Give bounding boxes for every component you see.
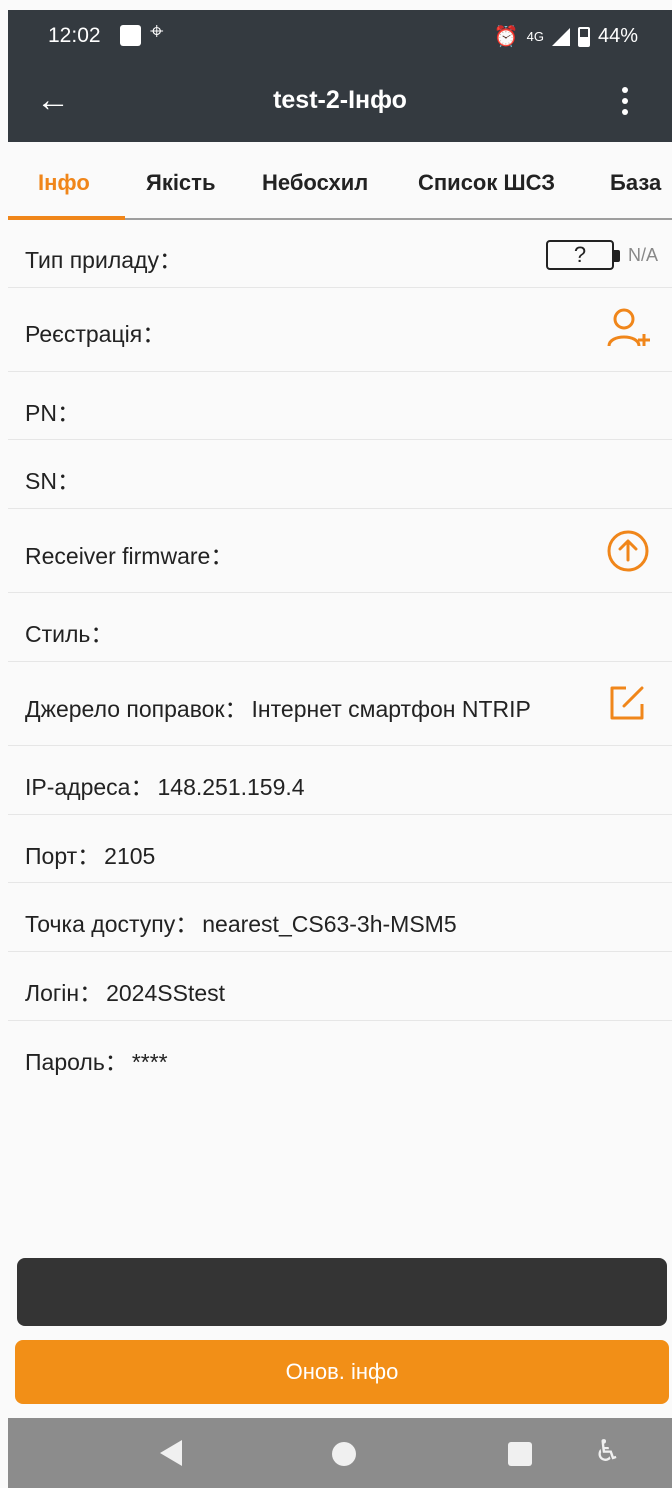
update-info-button[interactable]: Онов. інфо — [15, 1340, 669, 1404]
device-status: ? N/A — [545, 240, 658, 270]
row-firmware: Receiver firmware： — [8, 509, 672, 593]
device-type-label: Тип приладу： — [25, 247, 182, 273]
row-registration: Реєстрація： — [8, 288, 672, 372]
login-label: Логін： — [25, 980, 103, 1006]
info-list: Тип приладу： ? N/A Реєстрація： PN： SN： R… — [8, 220, 672, 1089]
password-label: Пароль： — [25, 1049, 128, 1075]
ip-address-value: 148.251.159.4 — [157, 774, 305, 800]
add-user-icon[interactable] — [606, 306, 652, 352]
correction-source-label: Джерело поправок： — [25, 696, 248, 722]
device-battery-icon: ? — [545, 240, 620, 270]
login-text: Логін： 2024SStest — [25, 974, 225, 1008]
more-menu-icon[interactable] — [618, 84, 632, 120]
correction-source-value: Інтернет смартфон NTRIP — [251, 696, 531, 722]
row-login: Логін： 2024SStest — [8, 952, 672, 1021]
style-label: Стиль： — [25, 621, 114, 647]
password-value: **** — [131, 1049, 168, 1075]
tab-satellite-list[interactable]: Список ШСЗ — [418, 170, 555, 196]
port-value: 2105 — [104, 843, 156, 869]
tab-quality[interactable]: Якість — [146, 170, 215, 196]
ip-address-text: IP-адреса： 148.251.159.4 — [25, 768, 305, 802]
nav-home-icon[interactable] — [332, 1442, 356, 1466]
nav-back-icon[interactable] — [160, 1440, 182, 1466]
row-sn: SN： — [8, 440, 672, 509]
row-pn: PN： — [8, 372, 672, 440]
mountpoint-value: nearest_CS63-3h-MSM5 — [202, 911, 457, 937]
port-text: Порт： 2105 — [25, 837, 155, 871]
mountpoint-label: Точка доступу： — [25, 911, 199, 937]
row-ip-address: IP-адреса： 148.251.159.4 — [8, 746, 672, 815]
status-right: ⏰ 4G 44% — [494, 24, 638, 49]
mountpoint-text: Точка доступу： nearest_CS63-3h-MSM5 — [25, 905, 457, 939]
tab-base[interactable]: База — [610, 170, 661, 196]
battery-percent: 44% — [597, 25, 638, 47]
tab-skyplot[interactable]: Небосхил — [262, 170, 368, 196]
pn-label: PN： — [25, 400, 80, 426]
row-correction-source: Джерело поправок： Інтернет смартфон NTRIP — [8, 662, 672, 746]
alarm-icon: ⏰ — [493, 26, 519, 48]
tab-info[interactable]: Інфо — [38, 170, 90, 196]
status-time: 12:02 — [48, 24, 101, 47]
device-type-value: N/A — [627, 244, 658, 265]
edit-icon[interactable] — [608, 684, 646, 722]
row-device-type: Тип приладу： ? N/A — [8, 220, 672, 288]
app-bar: ← test-2-Інфо — [8, 62, 672, 142]
row-style: Стиль： — [8, 593, 672, 662]
status-bar: 12:02 ⌖ ⏰ 4G 44% — [8, 10, 672, 62]
correction-source-text: Джерело поправок： Інтернет смартфон NTRIP — [25, 690, 531, 724]
network-type: 4G — [526, 29, 544, 44]
port-label: Порт： — [25, 843, 101, 869]
battery-icon — [577, 26, 590, 47]
sn-label: SN： — [25, 468, 80, 494]
registration-label: Реєстрація： — [25, 321, 166, 347]
password-text: Пароль： **** — [25, 1043, 168, 1077]
system-nav-bar: ♿ — [8, 1418, 672, 1488]
tab-bar: Інфо Якість Небосхил Список ШСЗ База — [8, 142, 672, 220]
row-password: Пароль： **** — [8, 1021, 672, 1089]
message-bar — [17, 1258, 667, 1326]
page-title: test-2-Інфо — [273, 86, 407, 114]
ip-address-label: IP-адреса： — [25, 774, 154, 800]
firmware-label: Receiver firmware： — [25, 543, 234, 569]
accessibility-icon[interactable]: ♿ — [594, 1434, 621, 1469]
row-port: Порт： 2105 — [8, 815, 672, 883]
nav-recents-icon[interactable] — [508, 1442, 532, 1466]
screen: 12:02 ⌖ ⏰ 4G 44% ← test-2-Інфо Інфо Якіс… — [0, 0, 672, 1488]
signal-icon — [551, 27, 570, 46]
login-value: 2024SStest — [106, 980, 226, 1006]
row-mountpoint: Точка доступу： nearest_CS63-3h-MSM5 — [8, 883, 672, 952]
location-icon: ⌖ — [150, 18, 164, 45]
square-notification-icon — [120, 25, 141, 46]
firmware-upload-icon[interactable] — [606, 529, 650, 573]
